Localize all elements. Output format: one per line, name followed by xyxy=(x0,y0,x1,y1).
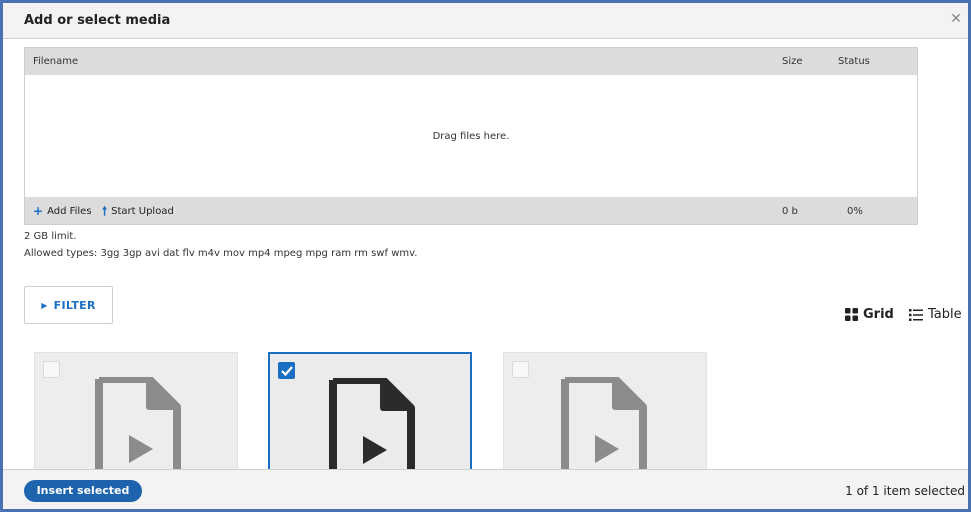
media-item-checkbox[interactable] xyxy=(278,362,295,379)
total-status: 0% xyxy=(847,206,863,217)
add-files-label: Add Files xyxy=(47,205,92,217)
size-column-header: Size xyxy=(782,56,803,67)
triangle-right-icon: ▶ xyxy=(41,300,48,310)
video-file-icon xyxy=(95,377,181,481)
start-upload-button[interactable]: 🠕 Start Upload xyxy=(102,203,174,219)
drop-zone[interactable]: Drag files here. xyxy=(25,75,917,197)
uploader-header: Filename Size Status xyxy=(25,48,917,75)
dialog-titlebar: Add or select media ✕ xyxy=(3,3,968,39)
arrow-up-icon: 🠕 xyxy=(102,204,108,218)
media-item-checkbox[interactable] xyxy=(512,361,529,378)
grid-view-button[interactable]: Grid xyxy=(845,307,894,322)
insert-selected-button[interactable]: Insert selected xyxy=(24,480,142,502)
start-upload-label: Start Upload xyxy=(111,205,174,217)
status-column-header: Status xyxy=(838,56,870,67)
table-view-label: Table xyxy=(928,307,962,322)
allowed-types-text: Allowed types: 3gg 3gp avi dat flv m4v m… xyxy=(24,248,418,259)
video-file-icon xyxy=(561,377,647,481)
dialog-title: Add or select media xyxy=(24,13,171,28)
filter-toggle-button[interactable]: ▶ FILTER xyxy=(24,286,113,324)
drop-zone-text: Drag files here. xyxy=(432,131,510,142)
selection-count: 1 of 1 item selected xyxy=(845,484,965,498)
grid-view-label: Grid xyxy=(863,307,894,322)
close-icon[interactable]: ✕ xyxy=(948,11,964,27)
media-item-checkbox[interactable] xyxy=(43,361,60,378)
filter-label: FILTER xyxy=(53,298,96,312)
add-files-button[interactable]: + Add Files xyxy=(33,203,92,219)
video-file-icon xyxy=(329,378,415,480)
filename-column-header: Filename xyxy=(33,56,79,67)
media-dialog: Add or select media ✕ Filename Size Stat… xyxy=(0,0,971,512)
uploader-footer: + Add Files 🠕 Start Upload 0 b 0% xyxy=(25,197,917,224)
list-icon xyxy=(909,308,923,321)
plus-icon: + xyxy=(33,204,44,218)
check-icon xyxy=(281,366,293,376)
grid-icon xyxy=(845,308,858,321)
total-size: 0 b xyxy=(782,206,798,217)
dialog-button-bar: Insert selected 1 of 1 item selected xyxy=(3,469,968,509)
file-uploader: Filename Size Status Drag files here. + … xyxy=(24,47,918,225)
size-limit-text: 2 GB limit. xyxy=(24,231,77,242)
table-view-button[interactable]: Table xyxy=(909,307,962,322)
media-item[interactable] xyxy=(268,352,472,482)
media-item[interactable] xyxy=(34,352,238,482)
media-item[interactable] xyxy=(503,352,707,482)
